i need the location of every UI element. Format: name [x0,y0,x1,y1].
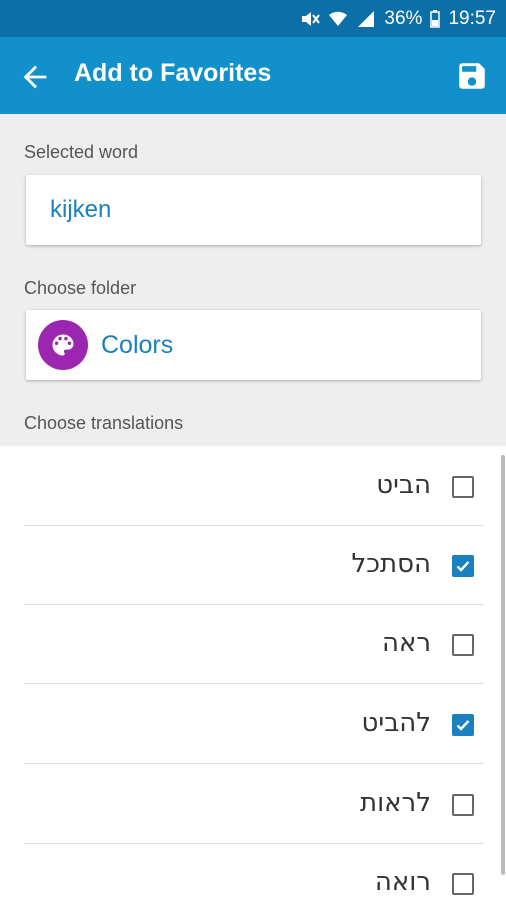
battery-icon [430,9,441,28]
translation-text: רואה [374,867,431,897]
translation-text: ראה [381,628,431,658]
selected-word-card: kijken [26,175,481,245]
app-bar: Add to Favorites [0,37,506,114]
translation-checkbox[interactable] [452,634,474,656]
back-button[interactable] [18,60,52,94]
translation-row[interactable]: לראות [24,765,484,844]
choose-translations-label: Choose translations [24,413,184,433]
scrollbar[interactable] [501,455,505,875]
mute-icon [300,10,321,28]
translation-row[interactable]: הביט [24,447,484,526]
signal-icon [356,10,376,28]
translation-text: הביט [376,470,431,500]
page-title: Add to Favorites [74,59,272,87]
choose-folder-label: Choose folder [24,278,137,298]
selected-word-value: kijken [50,196,112,223]
translation-checkbox[interactable] [452,873,474,895]
translation-text: לראות [359,788,431,818]
translation-row[interactable]: להביט [24,685,484,764]
translation-text: להביט [361,708,431,738]
check-icon [456,720,470,731]
translation-row[interactable]: הסתכל [24,526,484,605]
translation-text: הסתכל [351,549,431,579]
translation-checkbox[interactable] [452,714,474,736]
translation-checkbox[interactable] [452,794,474,816]
folder-selector[interactable]: Colors [26,310,481,380]
form-section: Selected word kijken Choose folder Color… [0,114,506,446]
check-icon [456,561,470,572]
battery-percent: 36% [384,7,423,29]
translation-checkbox[interactable] [452,476,474,498]
selected-word-label: Selected word [24,142,139,162]
wifi-icon [328,10,348,28]
folder-name: Colors [101,331,174,359]
save-button[interactable] [455,59,489,93]
palette-icon [38,320,88,370]
translation-row[interactable]: רואה [24,844,484,923]
arrow-back-icon [23,65,47,89]
clock: 19:57 [448,7,496,29]
status-bar: 36% 19:57 [0,0,506,37]
translation-row[interactable]: ראה [24,605,484,684]
save-icon [459,63,485,89]
translation-checkbox[interactable] [452,555,474,577]
